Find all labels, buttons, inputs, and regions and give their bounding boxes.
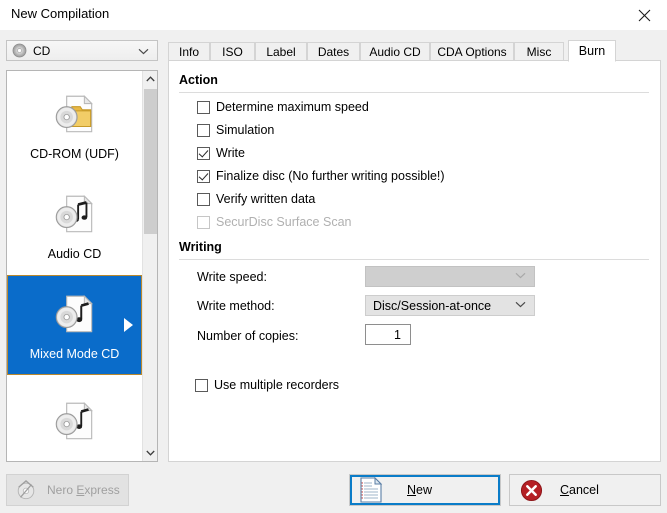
cd-music-icon <box>50 397 100 447</box>
checkbox-label: Simulation <box>216 123 274 137</box>
cd-music-icon <box>50 190 100 240</box>
checkbox-use-multiple-recorders[interactable]: Use multiple recorders <box>195 377 339 393</box>
burn-tab-panel: Action Determine maximum speed Simulatio… <box>168 60 661 462</box>
compilation-type-list[interactable]: CD-ROM (UDF) Audio CD <box>6 70 158 462</box>
close-button[interactable] <box>621 0 667 30</box>
write-method-label: Write method: <box>197 299 275 313</box>
scroll-up-button[interactable] <box>143 71 158 87</box>
cd-folder-icon <box>50 90 100 140</box>
tab-label: ISO <box>222 45 243 59</box>
tab-label: Info <box>179 45 199 59</box>
tab-burn[interactable]: Burn <box>568 40 616 62</box>
tab-label: Dates <box>318 45 349 59</box>
scrollbar-thumb[interactable] <box>144 89 157 234</box>
checkbox-write[interactable]: Write <box>197 145 245 161</box>
close-icon <box>638 9 651 22</box>
chevron-down-icon <box>515 300 526 311</box>
list-item-mixed-mode-cd[interactable]: Mixed Mode CD <box>7 275 142 375</box>
new-compilation-dialog: New Compilation CD <box>0 0 667 513</box>
new-document-icon <box>359 477 383 503</box>
chevron-down-icon <box>515 271 526 282</box>
tab-strip: Info ISO Label Dates Audio CD CDA Option… <box>168 40 661 61</box>
title-bar: New Compilation <box>0 0 667 30</box>
tab-label: Label <box>266 45 295 59</box>
compilation-type-select[interactable]: CD <box>6 40 158 61</box>
tab-label: Misc <box>527 45 552 59</box>
tab-label: Audio CD <box>369 45 420 59</box>
compilation-list-viewport: CD-ROM (UDF) Audio CD <box>7 71 142 461</box>
checkbox-label: Write <box>216 146 245 160</box>
number-of-copies-value: 1 <box>394 328 401 342</box>
nero-express-button[interactable]: Nero Express <box>6 474 129 506</box>
chevron-down-icon <box>138 44 149 58</box>
compilation-type-value: CD <box>33 44 50 58</box>
action-group-divider <box>179 92 649 93</box>
checkbox-securdisc-surface-scan: SecurDisc Surface Scan <box>197 214 351 230</box>
checkbox-box[interactable] <box>195 379 208 392</box>
list-item[interactable]: Audio CD <box>7 175 142 275</box>
checkbox-label: Verify written data <box>216 192 315 206</box>
tab-iso[interactable]: ISO <box>210 42 255 61</box>
cd-disc-icon <box>12 43 27 58</box>
checkbox-box[interactable] <box>197 193 210 206</box>
write-method-select[interactable]: Disc/Session-at-once <box>365 295 535 316</box>
new-button-label: New <box>407 483 432 497</box>
tab-cda-options[interactable]: CDA Options <box>430 42 514 61</box>
tab-label: Burn <box>579 44 605 58</box>
checkbox-label: Finalize disc (No further writing possib… <box>216 169 445 183</box>
scroll-down-button[interactable] <box>143 445 158 461</box>
checkbox-determine-maximum-speed[interactable]: Determine maximum speed <box>197 99 369 115</box>
checkbox-box[interactable] <box>197 147 210 160</box>
tab-label: CDA Options <box>437 45 506 59</box>
write-method-value: Disc/Session-at-once <box>373 299 491 313</box>
tab-audio-cd[interactable]: Audio CD <box>360 42 430 61</box>
window-title: New Compilation <box>11 6 109 21</box>
checkbox-box[interactable] <box>197 101 210 114</box>
tab-info[interactable]: Info <box>168 42 210 61</box>
nero-express-label: Nero Express <box>47 483 120 497</box>
nero-express-icon <box>15 479 37 501</box>
list-item[interactable] <box>7 375 142 462</box>
checkbox-box[interactable] <box>197 170 210 183</box>
tab-label[interactable]: Label <box>255 42 307 61</box>
list-item-label: CD-ROM (UDF) <box>30 147 119 161</box>
checkbox-label: Use multiple recorders <box>214 378 339 392</box>
checkbox-finalize-disc[interactable]: Finalize disc (No further writing possib… <box>197 168 445 184</box>
list-item-label: Mixed Mode CD <box>30 347 120 361</box>
checkbox-label: Determine maximum speed <box>216 100 369 114</box>
write-speed-select <box>365 266 535 287</box>
checkbox-box <box>197 216 210 229</box>
tab-dates[interactable]: Dates <box>307 42 360 61</box>
cancel-button[interactable]: Cancel <box>509 474 661 506</box>
chevron-down-icon <box>146 450 155 456</box>
checkbox-box[interactable] <box>197 124 210 137</box>
action-group-title: Action <box>179 73 218 87</box>
list-item-label: Audio CD <box>48 247 102 261</box>
write-speed-label: Write speed: <box>197 270 267 284</box>
sidebar-scrollbar[interactable] <box>142 71 157 461</box>
checkbox-simulation[interactable]: Simulation <box>197 122 274 138</box>
chevron-up-icon <box>146 76 155 82</box>
checkbox-label: SecurDisc Surface Scan <box>216 215 351 229</box>
selection-arrow-icon <box>124 318 133 332</box>
number-of-copies-input[interactable]: 1 <box>365 324 411 345</box>
cancel-button-label: Cancel <box>560 483 599 497</box>
cd-mixed-icon <box>50 290 100 340</box>
error-circle-icon <box>520 479 543 502</box>
number-of-copies-label: Number of copies: <box>197 329 298 343</box>
list-item[interactable]: CD-ROM (UDF) <box>7 75 142 175</box>
writing-group-title: Writing <box>179 240 222 254</box>
checkbox-verify-written-data[interactable]: Verify written data <box>197 191 315 207</box>
new-button[interactable]: New <box>349 474 501 506</box>
writing-group-divider <box>179 259 649 260</box>
tab-misc[interactable]: Misc <box>514 42 564 61</box>
